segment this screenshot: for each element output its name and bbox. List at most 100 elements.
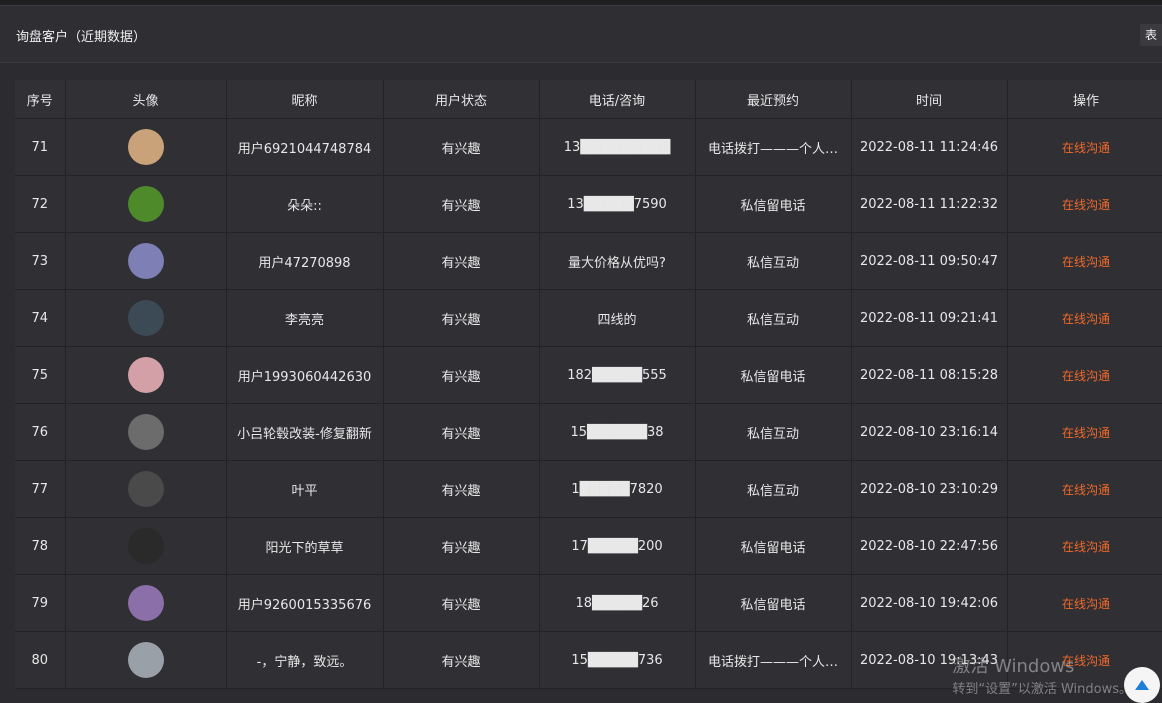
row-avatar-cell	[65, 403, 227, 461]
row-action-text[interactable]: 在线沟通	[1062, 312, 1110, 326]
row-no: 71	[15, 118, 66, 176]
row-no-text: 74	[31, 310, 49, 326]
avatar[interactable]	[127, 414, 164, 450]
row-action[interactable]: 在线沟通	[1007, 232, 1162, 290]
row-nickname-text: 阳光下的草草	[265, 540, 344, 556]
column-header-nickname[interactable]: 昵称	[226, 80, 384, 119]
row-no: 75	[15, 346, 66, 404]
row-reserve-text: 电话拨打———个人…	[707, 654, 838, 670]
row-nickname: 用户47270898	[226, 232, 384, 290]
row-action-text[interactable]: 在线沟通	[1062, 540, 1110, 554]
row-reserve: 电话拨打———个人…	[695, 631, 852, 689]
row-nickname-text: 用户1993060442630	[237, 369, 372, 385]
row-time: 2022-08-10 23:16:14	[851, 403, 1008, 461]
table-row: 71 用户6921044748784 有兴趣 13█████████ 电话拨打———个人…	[15, 118, 1162, 176]
avatar[interactable]	[127, 186, 164, 222]
table-header-row: 序号 头像 昵称 用户状态 电话/咨询 最近预约 时间 操作	[15, 80, 1162, 119]
row-status: 有兴趣	[383, 346, 540, 404]
row-action-text[interactable]: 在线沟通	[1062, 483, 1110, 497]
row-avatar-cell	[65, 517, 227, 575]
row-reserve: 私信留电话	[695, 346, 852, 404]
row-nickname-text: 用户9260015335676	[237, 597, 372, 613]
row-status-text: 有兴趣	[441, 426, 481, 442]
avatar[interactable]	[127, 129, 164, 165]
row-action-text[interactable]: 在线沟通	[1062, 198, 1110, 212]
row-no-text: 71	[31, 139, 49, 155]
column-header-status[interactable]: 用户状态	[383, 80, 540, 119]
row-status-text: 有兴趣	[441, 255, 481, 271]
row-time-text: 2022-08-11 11:22:32	[859, 196, 999, 212]
row-time: 2022-08-11 09:21:41	[851, 289, 1008, 347]
column-header-action[interactable]: 操作	[1007, 80, 1162, 119]
row-action[interactable]: 在线沟通	[1007, 289, 1162, 347]
column-header-avatar[interactable]: 头像	[65, 80, 227, 119]
row-reserve: 私信互动	[695, 460, 852, 518]
avatar[interactable]	[127, 243, 164, 279]
row-action-text[interactable]: 在线沟通	[1062, 369, 1110, 383]
row-reserve-text: 私信留电话	[740, 540, 806, 556]
row-phone: 四线的	[539, 289, 696, 347]
row-no: 78	[15, 517, 66, 575]
row-action-text[interactable]: 在线沟通	[1062, 597, 1110, 611]
row-action-text[interactable]: 在线沟通	[1062, 255, 1110, 269]
row-action[interactable]: 在线沟通	[1007, 517, 1162, 575]
row-reserve: 私信留电话	[695, 175, 852, 233]
row-phone-text: 四线的	[597, 312, 637, 328]
row-status-text: 有兴趣	[441, 141, 481, 157]
row-no: 77	[15, 460, 66, 518]
row-action-text[interactable]: 在线沟通	[1062, 141, 1110, 155]
row-reserve: 私信互动	[695, 403, 852, 461]
row-status: 有兴趣	[383, 403, 540, 461]
row-nickname-text: 小吕轮毂改装-修复翻新	[237, 426, 372, 442]
row-action[interactable]: 在线沟通	[1007, 460, 1162, 518]
row-action[interactable]: 在线沟通	[1007, 574, 1162, 632]
row-nickname: 朵朵::	[226, 175, 384, 233]
row-avatar-cell	[65, 574, 227, 632]
row-phone-text: 15█████736	[571, 652, 663, 668]
table-view-button[interactable]: 表	[1140, 24, 1162, 46]
row-nickname-text: 朵朵::	[287, 198, 322, 214]
avatar[interactable]	[127, 642, 164, 678]
inquiry-table-container: 序号 头像 昵称 用户状态 电话/咨询 最近预约 时间 操作 71 用户69210…	[15, 80, 1162, 689]
table-row: 78 阳光下的草草 有兴趣 17█████200 私信留电话 2022-08-10 22:…	[15, 517, 1162, 575]
row-phone: 量大价格从优吗?	[539, 232, 696, 290]
avatar[interactable]	[127, 585, 164, 621]
row-action[interactable]: 在线沟通	[1007, 346, 1162, 404]
row-phone: 17█████200	[539, 517, 696, 575]
scroll-to-top-button[interactable]	[1124, 667, 1160, 703]
row-phone: 15██████38	[539, 403, 696, 461]
row-time-text: 2022-08-11 11:24:46	[859, 139, 999, 155]
column-header-time[interactable]: 时间	[851, 80, 1008, 119]
row-no-text: 73	[31, 253, 49, 269]
row-status-text: 有兴趣	[441, 540, 481, 556]
row-time: 2022-08-11 09:50:47	[851, 232, 1008, 290]
column-header-reserve[interactable]: 最近预约	[695, 80, 852, 119]
row-phone: 13█████████	[539, 118, 696, 176]
row-nickname: 小吕轮毂改装-修复翻新	[226, 403, 384, 461]
row-status: 有兴趣	[383, 460, 540, 518]
row-status-text: 有兴趣	[441, 198, 481, 214]
row-action-text[interactable]: 在线沟通	[1062, 426, 1110, 440]
row-time-text: 2022-08-11 08:15:28	[859, 367, 999, 383]
row-action[interactable]: 在线沟通	[1007, 175, 1162, 233]
row-reserve-text: 私信留电话	[740, 198, 806, 214]
avatar[interactable]	[127, 528, 164, 564]
row-nickname: 用户1993060442630	[226, 346, 384, 404]
table-row: 77 叶平 有兴趣 1█████7820 私信互动 2022-08-10 23:10:29…	[15, 460, 1162, 518]
row-time: 2022-08-11 08:15:28	[851, 346, 1008, 404]
row-action[interactable]: 在线沟通	[1007, 118, 1162, 176]
column-header-phone[interactable]: 电话/咨询	[539, 80, 696, 119]
avatar[interactable]	[127, 357, 164, 393]
row-time: 2022-08-11 11:24:46	[851, 118, 1008, 176]
row-avatar-cell	[65, 631, 227, 689]
column-header-no[interactable]: 序号	[15, 80, 66, 119]
avatar[interactable]	[127, 300, 164, 336]
row-nickname: 叶平	[226, 460, 384, 518]
row-action[interactable]: 在线沟通	[1007, 403, 1162, 461]
row-reserve-text: 电话拨打———个人…	[707, 141, 838, 157]
row-nickname: 用户9260015335676	[226, 574, 384, 632]
avatar[interactable]	[127, 471, 164, 507]
row-reserve: 私信互动	[695, 289, 852, 347]
row-nickname: 阳光下的草草	[226, 517, 384, 575]
row-no: 72	[15, 175, 66, 233]
